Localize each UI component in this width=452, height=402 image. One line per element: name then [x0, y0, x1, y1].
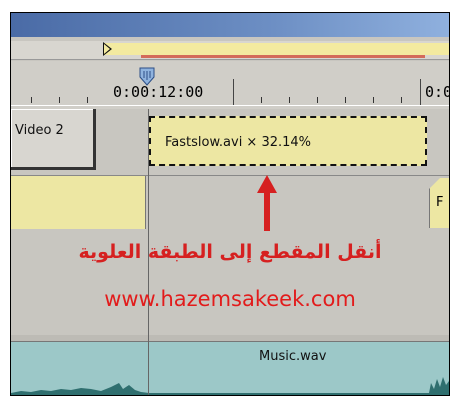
- audio-waveform: [11, 377, 449, 395]
- ruler-tick: [289, 97, 290, 103]
- up-arrow-icon: [257, 175, 277, 231]
- video-2-track-header[interactable]: Video 2: [11, 109, 96, 170]
- work-area-range[interactable]: [103, 43, 449, 55]
- work-area-bar[interactable]: [11, 41, 449, 60]
- timecode-label-start: 0:00:12:00: [113, 83, 204, 101]
- preview-render-bar: [141, 55, 425, 58]
- ruler-major-tick: [420, 79, 421, 105]
- time-ruler[interactable]: 0:00:12:00 0:0: [11, 61, 449, 110]
- work-area-start-marker-fill: [104, 44, 110, 54]
- video-clip-right-label: F: [436, 195, 444, 210]
- ruler-tick: [87, 97, 88, 103]
- video-2-track-label: Video 2: [15, 123, 64, 138]
- track-separator: [11, 335, 449, 342]
- instruction-caption: أنقل المقطع إلى الطبقة العلوية: [78, 241, 382, 263]
- ruler-tick: [261, 97, 262, 103]
- title-bar: [11, 13, 449, 37]
- ruler-major-tick: [233, 79, 234, 105]
- ruler-tick: [317, 97, 318, 103]
- website-url: www.hazemsakeek.com: [104, 287, 356, 311]
- timecode-label-end: 0:0: [425, 83, 450, 101]
- ruler-tick: [401, 97, 402, 103]
- ruler-tick: [373, 97, 374, 103]
- transition-corner: [429, 177, 441, 189]
- ruler-tick: [59, 97, 60, 103]
- ruler-tick: [31, 97, 32, 103]
- video-clip-right[interactable]: F: [429, 177, 449, 228]
- ruler-tick: [345, 97, 346, 103]
- ruler-baseline: [11, 105, 449, 106]
- clip-label: Fastslow.avi × 32.14%: [165, 135, 312, 150]
- timeline-window: 0:00:12:00 0:0 Video 2 Fastslow.avi × 32…: [10, 12, 450, 396]
- fastslow-clip[interactable]: Fastslow.avi × 32.14%: [149, 116, 427, 166]
- playhead-icon[interactable]: [139, 67, 155, 87]
- audio-clip-label: Music.wav: [259, 349, 327, 364]
- video-clip-left[interactable]: [11, 176, 146, 230]
- video-1-track[interactable]: F: [11, 175, 449, 231]
